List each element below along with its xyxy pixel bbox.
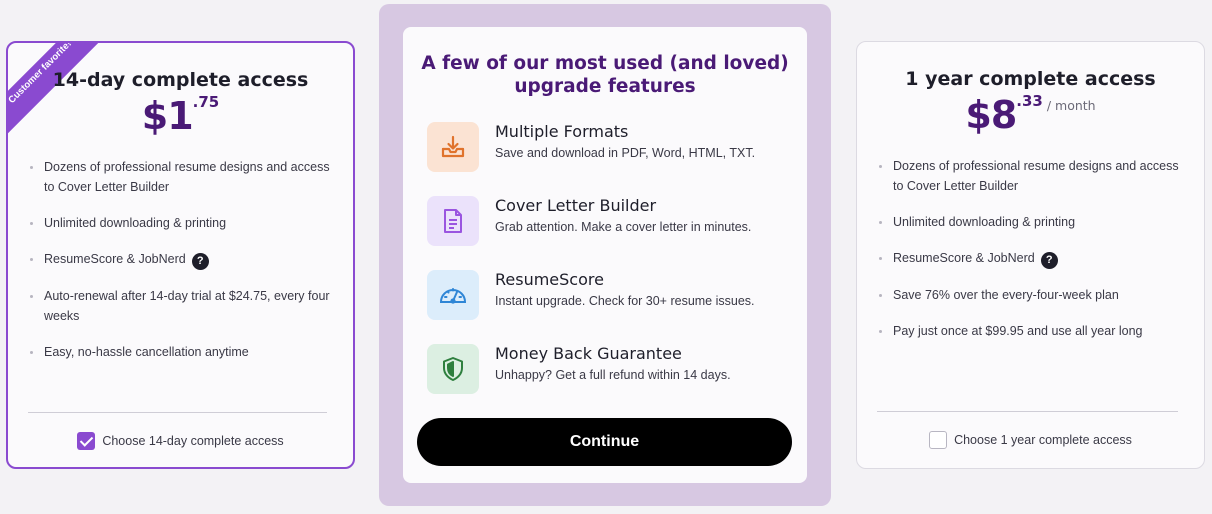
continue-button[interactable]: Continue — [417, 418, 792, 466]
feature-desc: Unhappy? Get a full refund within 14 day… — [495, 368, 731, 382]
plan-title: 1 year complete access — [905, 68, 1156, 90]
price-dollar: $8 — [965, 93, 1017, 137]
feature-item: Unlimited downloading & printing — [879, 212, 1188, 232]
feature-name: Multiple Formats — [495, 122, 629, 141]
feature-item: ResumeScore & JobNerd? — [30, 249, 337, 270]
feature-item: Auto-renewal after 14-day trial at $24.7… — [30, 286, 337, 326]
feature-multiple-formats: Multiple Formats Save and download in PD… — [427, 122, 797, 174]
feature-item: Dozens of professional resume designs an… — [879, 156, 1188, 196]
price-per: / month — [1046, 98, 1096, 113]
choose-label: Choose 1 year complete access — [954, 433, 1132, 447]
price-cents: .33 — [1016, 92, 1043, 110]
feature-money-back-guarantee: Money Back Guarantee Unhappy? Get a full… — [427, 344, 797, 396]
feature-desc: Save and download in PDF, Word, HTML, TX… — [495, 146, 756, 160]
feature-item: Dozens of professional resume designs an… — [30, 157, 337, 197]
features-panel-title: A few of our most used (and loved) upgra… — [421, 53, 789, 97]
plan-card-14-day[interactable]: Customer favorite! 14-day complete acces… — [6, 41, 355, 469]
divider — [28, 412, 327, 413]
help-icon[interactable]: ? — [191, 253, 209, 270]
download-icon — [427, 122, 479, 172]
feature-name: ResumeScore — [495, 270, 604, 289]
plan-card-1-year[interactable]: 1 year complete access $8.33/ month Doze… — [856, 41, 1205, 469]
feature-item: ResumeScore & JobNerd? — [879, 248, 1188, 269]
feature-item: Pay just once at $99.95 and use all year… — [879, 321, 1188, 341]
choose-label: Choose 14-day complete access — [102, 434, 284, 448]
features-panel: A few of our most used (and loved) upgra… — [403, 27, 807, 483]
feature-name: Cover Letter Builder — [495, 196, 657, 215]
feature-desc: Instant upgrade. Check for 30+ resume is… — [495, 294, 755, 308]
choose-plan-checkbox[interactable]: Choose 14-day complete access — [8, 432, 353, 450]
plan-price: $1.75 — [8, 93, 353, 138]
plan-features: Dozens of professional resume designs an… — [879, 156, 1188, 357]
plan-features: Dozens of professional resume designs an… — [30, 157, 337, 378]
feature-item: Unlimited downloading & printing — [30, 213, 337, 233]
choose-plan-checkbox[interactable]: Choose 1 year complete access — [857, 431, 1204, 449]
shield-icon — [427, 344, 479, 394]
price-cents: .75 — [192, 93, 220, 111]
feature-item: Easy, no-hassle cancellation anytime — [30, 342, 337, 362]
gauge-icon — [427, 270, 479, 320]
price-dollar: $1 — [141, 94, 194, 138]
feature-desc: Grab attention. Make a cover letter in m… — [495, 220, 752, 234]
feature-name: Money Back Guarantee — [495, 344, 682, 363]
feature-item: Save 76% over the every-four-week plan — [879, 285, 1188, 305]
checkbox-checked-icon[interactable] — [77, 432, 96, 450]
feature-resumescore: ResumeScore Instant upgrade. Check for 3… — [427, 270, 797, 322]
plan-price: $8.33/ month — [857, 92, 1204, 137]
checkbox-unchecked-icon[interactable] — [929, 431, 948, 449]
document-icon — [427, 196, 479, 246]
divider — [877, 411, 1178, 412]
feature-cover-letter-builder: Cover Letter Builder Grab attention. Mak… — [427, 196, 797, 248]
help-icon[interactable]: ? — [1040, 252, 1058, 269]
plan-title: 14-day complete access — [52, 69, 309, 91]
